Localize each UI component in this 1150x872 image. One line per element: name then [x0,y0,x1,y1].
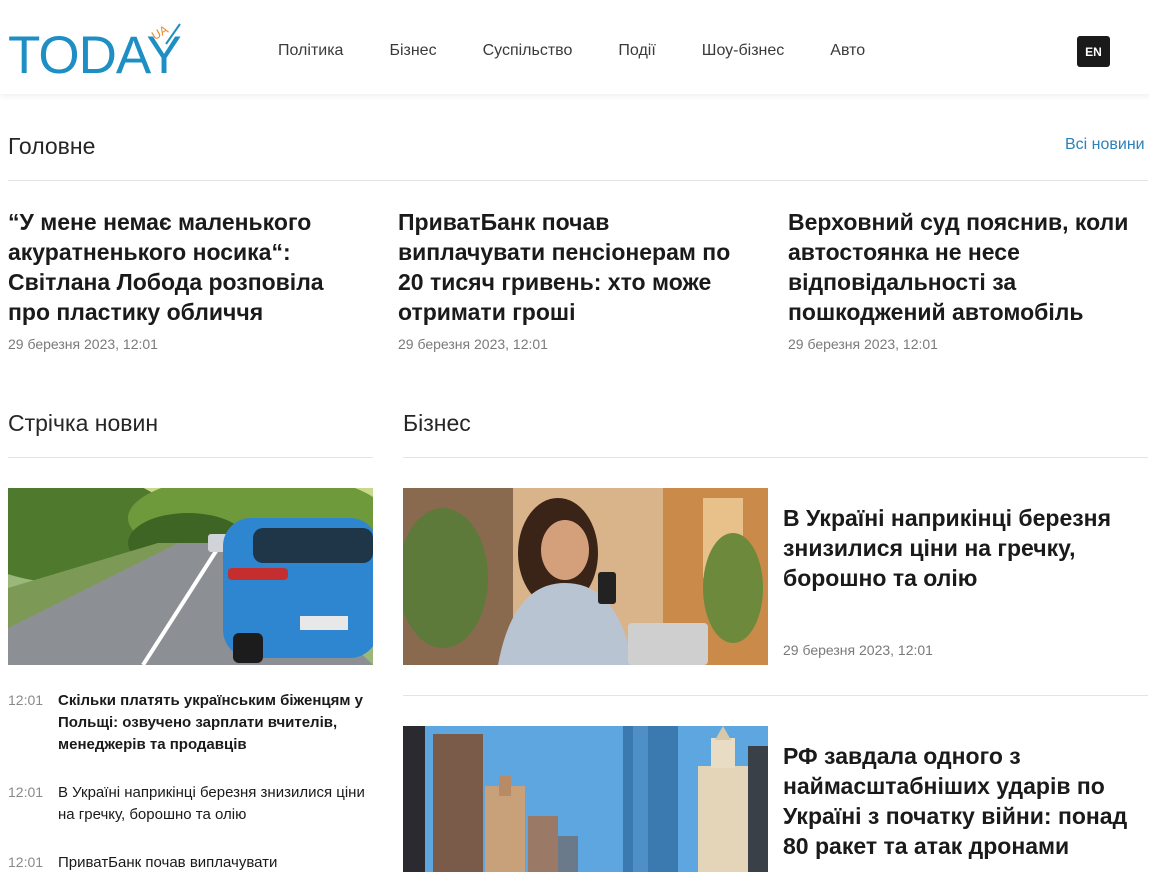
feed-item-text[interactable]: ПриватБанк почав виплачувати [58,852,277,872]
top-article-title[interactable]: ПриватБанк почав виплачувати пенсіонерам… [398,207,758,327]
business-article-title[interactable]: В Україні наприкінці березня знизилися ц… [783,503,1148,593]
nav-item-politics[interactable]: Політика [278,42,343,60]
news-feed-list: 12:01 Скільки платять українським біженц… [8,690,373,872]
feed-item: 12:01 В Україні наприкінці березня знизи… [8,782,373,826]
main-nav: Політика Бізнес Суспільство Події Шоу-бі… [278,42,911,60]
feed-item-text[interactable]: Скільки платять українським біженцям у П… [58,690,373,756]
business-article-title[interactable]: РФ завдала одного з наймасштабніших удар… [783,741,1148,861]
feed-image-car[interactable] [8,488,373,665]
business-article-1: В Україні наприкінці березня знизилися ц… [783,503,1148,658]
business-image-city[interactable] [403,726,768,872]
top-article-2: ПриватБанк почав виплачувати пенсіонерам… [398,207,758,352]
feed-divider [8,457,373,458]
feed-item-text[interactable]: В Україні наприкінці березня знизилися ц… [58,782,373,826]
top-article-date: 29 березня 2023, 12:01 [398,336,548,352]
business-item-divider [403,695,1148,696]
business-divider [403,457,1148,458]
nav-item-events[interactable]: Події [618,42,655,60]
business-section-title: Бізнес [403,410,471,436]
top-article-date: 29 березня 2023, 12:01 [788,336,938,352]
business-article-date: 29 березня 2023, 12:01 [783,642,933,658]
nav-item-showbiz[interactable]: Шоу-бізнес [702,42,785,60]
language-switch-button[interactable]: EN [1077,36,1110,67]
top-article-date: 29 березня 2023, 12:01 [8,336,158,352]
feed-item: 12:01 Скільки платять українським біженц… [8,690,373,756]
site-header: TODAY UA Політика Бізнес Суспільство Под… [0,0,1150,94]
all-news-link[interactable]: Всі новини [1065,136,1145,154]
main-section-title: Головне [8,133,96,159]
feed-item-time: 12:01 [8,784,44,800]
site-logo[interactable]: TODAY UA [8,22,188,85]
business-image-woman-phone[interactable] [403,488,768,665]
feed-item-time: 12:01 [8,854,44,870]
feed-item: 12:01 ПриватБанк почав виплачувати [8,852,373,872]
feed-item-time: 12:01 [8,692,44,708]
nav-item-business[interactable]: Бізнес [389,42,436,60]
nav-item-auto[interactable]: Авто [830,42,865,60]
nav-item-society[interactable]: Суспільство [483,42,573,60]
top-article-1: “У мене немає маленького акуратненького … [8,207,368,352]
top-article-title[interactable]: Верховний суд пояснив, коли автостоянка … [788,207,1148,327]
top-article-title[interactable]: “У мене немає маленького акуратненького … [8,207,368,327]
business-article-2: РФ завдала одного з наймасштабніших удар… [783,741,1148,861]
top-article-3: Верховний суд пояснив, коли автостоянка … [788,207,1148,352]
main-divider [8,180,1148,181]
feed-section-title: Стрічка новин [8,410,159,436]
